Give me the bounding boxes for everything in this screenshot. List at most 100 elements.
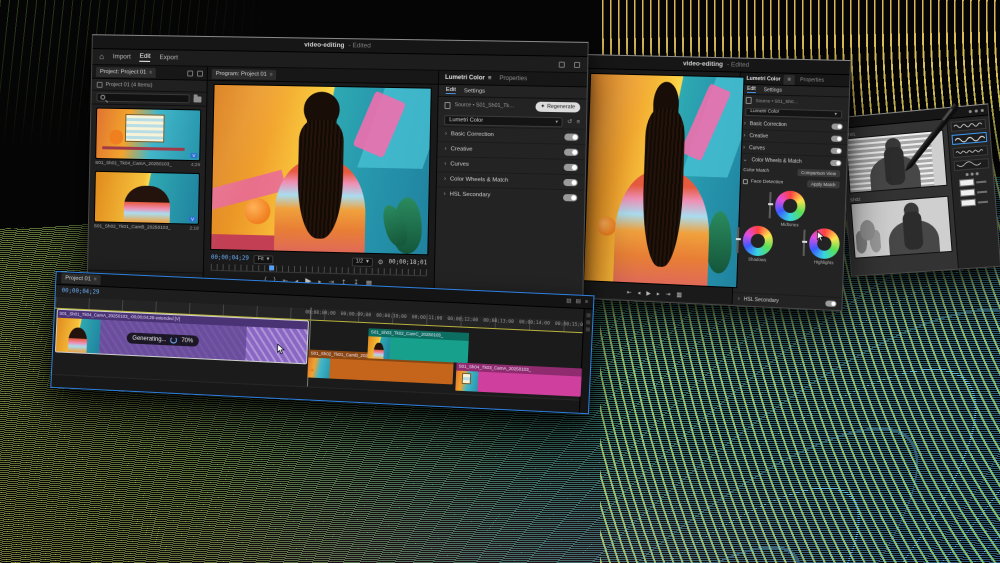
layer-thumbnail[interactable] — [961, 199, 977, 207]
window-control-icon[interactable] — [975, 109, 978, 112]
subtab-settings[interactable]: Settings — [464, 88, 485, 94]
chevron-right-icon: › — [445, 131, 447, 137]
tab-timeline-sequence[interactable]: Project 01≡ — [61, 273, 101, 285]
timeline-clip-generating[interactable]: S01_Sh01_Tk04_CamA_20250103_-00;00;04;29… — [56, 310, 308, 364]
section-toggle[interactable] — [564, 133, 578, 140]
project-panel: Project: Project 01≡ Project 01 (4 Items… — [88, 65, 208, 286]
workspace-icon[interactable] — [559, 61, 565, 67]
go-to-out-button[interactable]: ⇥ — [665, 290, 670, 297]
project-item[interactable]: V S01_Sh02_Tk01_CamB_20250103_ 2;18 — [89, 168, 205, 234]
step-forward-button[interactable]: ▸ — [657, 290, 660, 297]
playhead-marker[interactable] — [269, 265, 274, 270]
regenerate-button[interactable]: ✦Regenerate — [535, 102, 580, 113]
menu-export[interactable]: Export — [159, 54, 178, 61]
section-toggle[interactable] — [564, 163, 578, 170]
subtab-settings[interactable]: Settings — [764, 87, 782, 94]
tool-icon[interactable] — [966, 173, 969, 176]
step-back-button[interactable]: ◂ — [637, 289, 640, 296]
section-toggle[interactable] — [831, 123, 842, 129]
clip-duration: 4;29 — [191, 163, 200, 168]
timeline-clip[interactable]: S01_Sh04_Tk03_CamA_20250103_ — [455, 363, 581, 397]
export-frame-button[interactable]: ▦ — [676, 291, 682, 298]
section-toggle[interactable] — [825, 300, 836, 307]
window-premiere-secondary: video-editing - Edited ⇤ ◂ — [577, 54, 851, 311]
midtones-slider[interactable] — [769, 192, 772, 218]
timeline-clip[interactable]: S01_Sh03_Tk02_CamC_20250103_ — [368, 328, 469, 363]
clip-icon — [746, 97, 752, 104]
panel-menu-icon[interactable]: ≡ — [488, 75, 492, 81]
list-view-icon[interactable] — [187, 70, 193, 76]
layer-thumbnail[interactable] — [960, 189, 976, 197]
section-toggle[interactable] — [563, 194, 577, 201]
go-to-in-button[interactable]: ⇤ — [627, 289, 632, 296]
play-button[interactable]: ▶ — [646, 290, 651, 297]
tool-icon[interactable] — [971, 172, 974, 175]
panel-menu-icon[interactable]: ≡ — [94, 277, 97, 283]
section-toggle[interactable] — [563, 178, 577, 185]
midtones-wheel[interactable] — [775, 190, 806, 221]
section-toggle[interactable] — [830, 159, 841, 165]
search-input[interactable] — [108, 94, 186, 101]
storyboard-frame-2[interactable]: Sh02 — [850, 190, 953, 259]
window-control-icon[interactable] — [969, 109, 972, 112]
panel-menu-icon[interactable]: ≡ — [783, 74, 795, 84]
rail-control[interactable] — [586, 313, 590, 317]
clip-name: S01_Sh01_Tk04_CamA_20250103_ — [95, 161, 172, 168]
preset-stroke-item-selected[interactable] — [951, 132, 987, 145]
preset-stroke-item[interactable] — [950, 119, 986, 132]
tab-lumetri-color[interactable]: Lumetri Color≡ — [746, 73, 795, 84]
rail-control[interactable] — [586, 320, 590, 324]
rail-control[interactable] — [586, 327, 590, 331]
settings-wrench-icon[interactable]: ⚙ — [378, 258, 384, 266]
tab-properties[interactable]: Properties — [800, 77, 824, 84]
ruler-label: 00;00;14;00 — [519, 320, 550, 326]
search-icon — [100, 95, 105, 100]
layer-name-bar — [978, 200, 988, 203]
panel-menu-icon[interactable]: ≡ — [149, 69, 152, 75]
apply-match-button[interactable]: Apply Match — [807, 180, 840, 188]
generative-extend-region — [245, 327, 307, 364]
tab-lumetri-color[interactable]: Lumetri Color≡ — [445, 74, 491, 81]
timeline-settings-icon[interactable]: ≡ — [585, 299, 589, 305]
subtab-edit[interactable]: Edit — [747, 86, 756, 93]
tab-program[interactable]: Program: Project 01≡ — [212, 68, 277, 79]
shadows-slider[interactable] — [736, 227, 739, 253]
subtab-edit[interactable]: Edit — [446, 87, 456, 94]
playback-resolution-dropdown[interactable]: 1/2▾ — [352, 257, 373, 267]
tab-properties[interactable]: Properties — [499, 75, 527, 82]
preset-stroke-item[interactable] — [953, 145, 989, 158]
window-title: video-editing — [304, 41, 344, 49]
chevron-right-icon: › — [444, 176, 446, 182]
highlights-slider[interactable] — [803, 230, 806, 256]
comparison-view-button[interactable]: Comparison View — [797, 169, 840, 178]
tool-icon[interactable] — [976, 172, 979, 175]
window-control-icon[interactable] — [981, 108, 984, 111]
fit-dropdown[interactable]: Fit▾ — [254, 254, 274, 263]
menu-edit[interactable]: Edit — [140, 53, 151, 62]
preset-stroke-item[interactable] — [954, 158, 990, 171]
current-timecode[interactable]: 00;00;04;29 — [211, 255, 249, 262]
snap-icon[interactable]: ▥ — [566, 298, 572, 304]
home-icon[interactable]: ⌂ — [99, 52, 104, 61]
folder-icon[interactable] — [194, 96, 202, 102]
layout-icon[interactable] — [574, 61, 580, 67]
layer-thumbnail[interactable] — [959, 179, 975, 187]
linked-selection-icon[interactable]: ▤ — [575, 299, 581, 305]
tab-project[interactable]: Project: Project 01≡ — [96, 66, 156, 77]
clip-thumbnail — [368, 336, 391, 359]
section-toggle[interactable] — [831, 147, 842, 153]
ruler-label: 00;00;13;00 — [483, 319, 514, 325]
grid-view-icon[interactable] — [197, 70, 203, 76]
face-detection-checkbox[interactable] — [743, 179, 748, 184]
reset-icon[interactable]: ↺ — [567, 118, 572, 125]
menu-import[interactable]: Import — [113, 53, 131, 60]
section-toggle[interactable] — [831, 135, 842, 141]
shadows-wheel[interactable] — [742, 225, 773, 256]
panel-menu-icon[interactable]: ≡ — [270, 71, 273, 77]
options-icon[interactable]: ≡ — [576, 119, 580, 125]
project-item[interactable]: V S01_Sh01_Tk04_CamA_20250103_ 4;29 — [90, 104, 206, 170]
section-toggle[interactable] — [564, 148, 578, 155]
preset-dropdown[interactable]: Lumetri Color▾ — [444, 115, 563, 127]
section-hsl-secondary[interactable]: › HSL Secondary — [436, 186, 584, 204]
sequence-timecode[interactable]: 00;00;04;29 — [62, 288, 100, 296]
